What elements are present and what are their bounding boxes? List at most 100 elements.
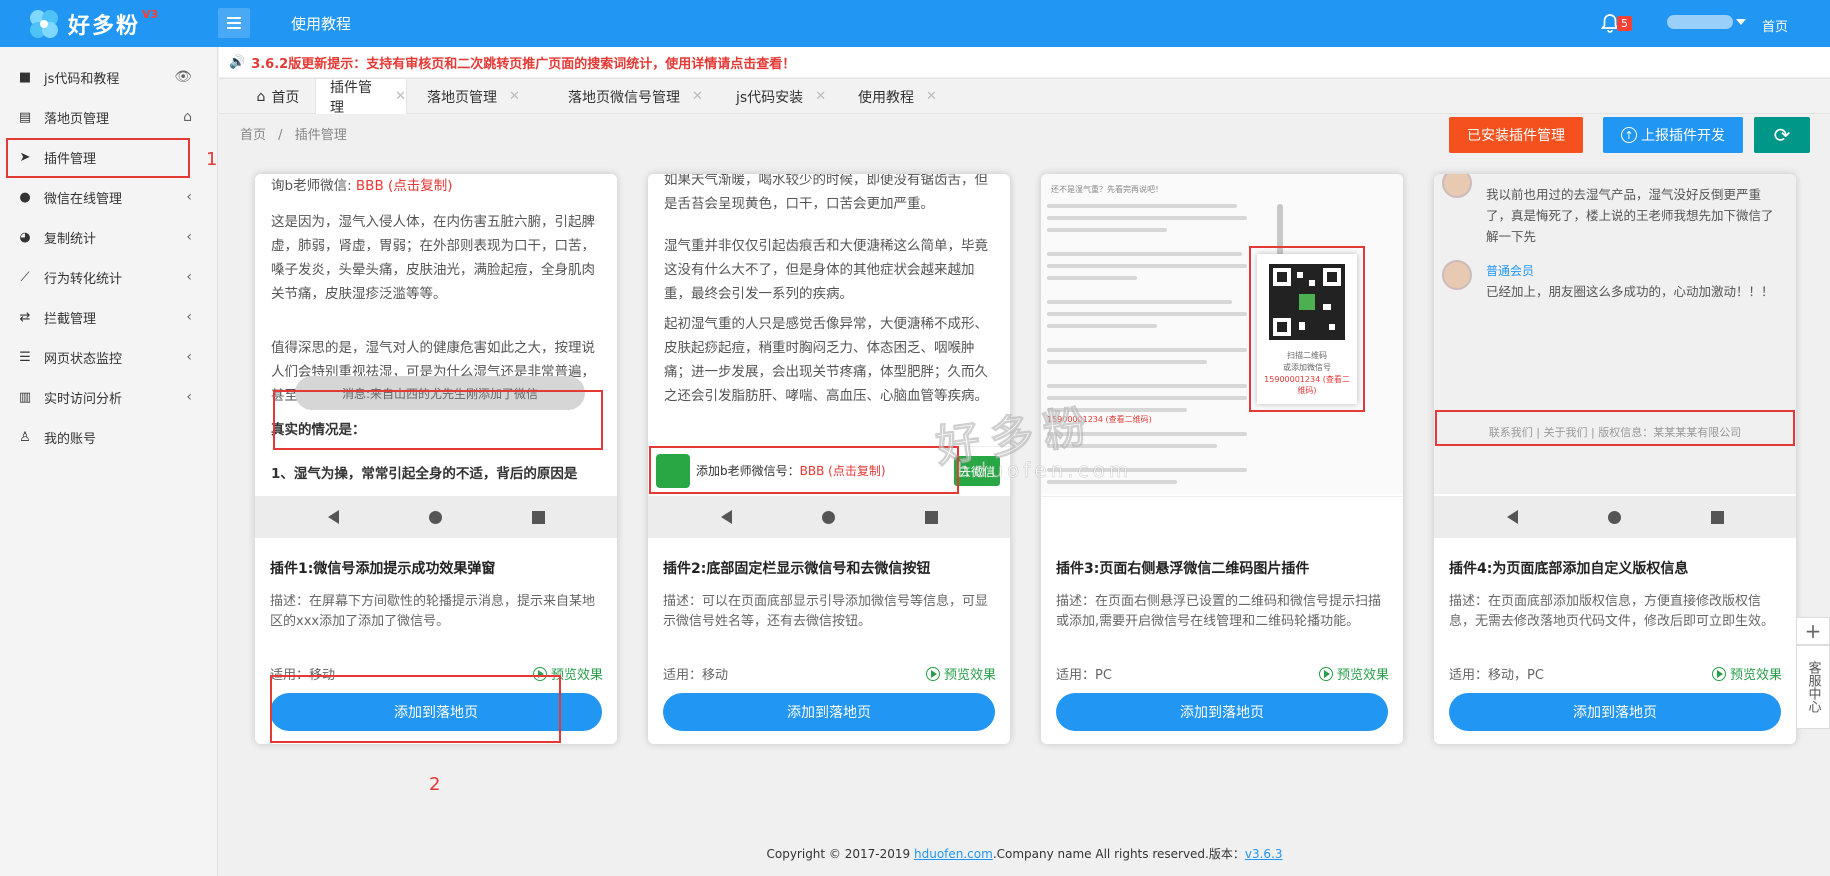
comment-text: 已经加上，朋友圈这么多成功的，心动加激动！！！ (1486, 284, 1774, 299)
wechat-icon (656, 453, 690, 488)
logo-text: 好多粉 (68, 14, 141, 39)
preview-text: 起初湿气重的人只是感觉舌像异常，大便溏稀不成形、皮肤起痧起痘，稍重时胸闷乏力、体… (664, 316, 988, 404)
update-notice[interactable]: 🔊 3.6.2版更新提示：支持有审核页和二次跳转页推广页面的搜索词统计，使用详情… (219, 47, 1830, 77)
report-plugin-button[interactable]: ↑ 上报插件开发 (1603, 117, 1743, 153)
notice-text[interactable]: 3.6.2版更新提示：支持有审核页和二次跳转页推广页面的搜索词统计，使用详情请点… (251, 53, 795, 72)
phone-nav-bar (648, 496, 1010, 538)
sidebar-item-behavior-stats[interactable]: ⟋ 行为转化统计 ‹ (0, 257, 218, 297)
logo[interactable]: 好多粉 V3 (26, 6, 196, 42)
add-to-landing-button[interactable]: 添加到落地页 (663, 693, 995, 731)
sidebar-item-js-code[interactable]: ■ js代码和教程 👁 (0, 57, 218, 97)
tab-tutorial[interactable]: 使用教程 ✕ (858, 79, 958, 114)
sidebar-item-account[interactable]: ♙ 我的账号 (0, 417, 218, 457)
chevron-left-icon: ‹ (186, 189, 192, 205)
plugin-preview-image: 我以前也用过的去湿气产品，湿气没好反倒更严重了，真是悔死了，楼上说的王老师我想先… (1434, 174, 1796, 494)
tab-label: 使用教程 (858, 89, 914, 106)
add-to-landing-button[interactable]: 添加到落地页 (270, 693, 602, 731)
sidebar: ■ js代码和教程 👁 ▤ 落地页管理 ⌂ ➤ 插件管理 ● 微信在线管理 ‹ … (0, 47, 218, 876)
menu-toggle-button[interactable] (218, 8, 250, 38)
user-name-blurred[interactable] (1667, 15, 1733, 29)
plugin-card-4: 我以前也用过的去湿气产品，湿气没好反倒更严重了，真是悔死了，楼上说的王老师我想先… (1434, 174, 1796, 744)
tab-landing-wechat[interactable]: 落地页微信号管理 ✕ (568, 79, 718, 114)
plugin-title: 插件4:为页面底部添加自定义版权信息 (1449, 561, 1689, 577)
back-icon (327, 510, 339, 524)
plugin-description: 描述：在页面底部添加版权信息，方便直接修改版权信息，无需去修改落地页代码文件，修… (1449, 594, 1775, 629)
add-to-landing-button[interactable]: 添加到落地页 (1056, 693, 1388, 731)
preview-heading: 真实的情况是： (271, 422, 366, 438)
sidebar-item-plugins[interactable]: ➤ 插件管理 (0, 137, 218, 177)
preview-text: 还不是湿气重？先看完再说吧！ (1051, 185, 1163, 194)
tab-js-install[interactable]: js代码安装 ✕ (736, 79, 836, 114)
sidebar-item-label: 复制统计 (44, 231, 97, 247)
send-icon: ➤ (19, 149, 31, 165)
logo-version: V3 (142, 7, 159, 21)
preview-text: 1、湿气为操，常常引起全身的不适，背后的原因是 (271, 466, 578, 482)
sidebar-item-label: js代码和教程 (44, 71, 120, 87)
sidebar-item-landing-pages[interactable]: ▤ 落地页管理 ⌂ (0, 97, 218, 137)
caret-down-icon[interactable] (1736, 19, 1746, 25)
sidebar-item-intercept[interactable]: ⇄ 拦截管理 ‹ (0, 297, 218, 337)
report-plugin-label: 上报插件开发 (1641, 128, 1725, 144)
plugin-title: 插件2:底部固定栏显示微信号和去微信按钮 (663, 561, 931, 577)
add-to-landing-button[interactable]: 添加到落地页 (1449, 693, 1781, 731)
play-icon (1711, 666, 1726, 681)
close-icon[interactable]: ✕ (395, 89, 406, 104)
user-icon: ♙ (19, 429, 31, 445)
refresh-button[interactable]: ⟳ (1754, 117, 1810, 153)
top-title[interactable]: 使用教程 (291, 13, 351, 34)
tab-bar: ⌂ 首页 插件管理 ✕ 落地页管理 ✕ 落地页微信号管理 ✕ js代码安装 ✕ … (219, 78, 1830, 116)
preview-bottom-strip (1041, 496, 1403, 538)
recent-apps-icon (924, 510, 938, 524)
member-name: 普通会员 (1486, 264, 1535, 278)
tab-label: 首页 (271, 89, 300, 106)
plugin-description: 描述：在屏幕下方间歇性的轮播提示消息，提示来自某地区的xxx添加了添加了微信号。 (270, 594, 596, 629)
preview-link[interactable]: 预览效果 (532, 664, 603, 683)
step-number-1: 1 (206, 149, 218, 170)
qr-caption-2: 或添加微信号 (1283, 363, 1331, 372)
breadcrumb-separator: / (278, 128, 283, 143)
sidebar-item-label: 插件管理 (44, 151, 97, 167)
preview-link[interactable]: 预览效果 (1318, 664, 1389, 683)
sidebar-item-page-monitor[interactable]: ☰ 网页状态监控 ‹ (0, 337, 218, 377)
sidebar-item-label: 我的账号 (44, 431, 97, 447)
sidebar-item-copy-stats[interactable]: ◕ 复制统计 ‹ (0, 217, 218, 257)
chevron-left-icon: ‹ (186, 349, 192, 365)
avatar (1442, 260, 1472, 290)
close-icon[interactable]: ✕ (926, 89, 937, 104)
preview-link[interactable]: 预览效果 (925, 664, 996, 683)
site-link[interactable]: hduofen.com (914, 847, 993, 861)
plugin-platform: 适用：移动 (663, 668, 729, 683)
sidebar-item-wechat[interactable]: ● 微信在线管理 ‹ (0, 177, 218, 217)
home-icon: ⌂ (256, 88, 266, 105)
qr-caption: 扫描二维码 (1287, 351, 1327, 360)
sidebar-item-label: 行为转化统计 (44, 271, 123, 287)
play-icon (1318, 666, 1333, 681)
watermark-url: hduofen.com (957, 458, 1133, 483)
top-home-link[interactable]: 首页 (1762, 16, 1788, 35)
sidebar-item-label: 拦截管理 (44, 311, 97, 327)
version-link[interactable]: v3.6.3 (1245, 847, 1283, 861)
sidebar-item-realtime[interactable]: ▥ 实时访问分析 ‹ (0, 377, 218, 417)
preview-text: 这是因为，湿气入侵人体，在内伤害五脏六腑，引起脾虚，肺弱，肾虚，胃弱；在外部则表… (271, 214, 595, 302)
exchange-icon: ⇄ (19, 309, 31, 325)
sidebar-item-label: 网页状态监控 (44, 351, 123, 367)
tab-plugins[interactable]: 插件管理 ✕ (315, 79, 407, 116)
customer-service-button[interactable]: 客服中心 (1796, 645, 1830, 729)
installed-plugins-button[interactable]: 已安装插件管理 (1449, 117, 1583, 153)
tab-label: 落地页微信号管理 (568, 89, 680, 106)
preview-link[interactable]: 预览效果 (1711, 664, 1782, 683)
breadcrumb-home[interactable]: 首页 (240, 128, 266, 143)
add-float-button[interactable]: + (1796, 617, 1830, 645)
close-icon[interactable]: ✕ (815, 89, 826, 104)
close-icon[interactable]: ✕ (692, 89, 703, 104)
chevron-left-icon: ‹ (186, 309, 192, 325)
pie-chart-icon: ◕ (19, 229, 31, 245)
tab-label: js代码安装 (736, 89, 804, 106)
tab-home[interactable]: ⌂ 首页 (241, 79, 315, 114)
tab-landing-pages[interactable]: 落地页管理 ✕ (427, 79, 531, 114)
close-icon[interactable]: ✕ (509, 89, 520, 104)
step-number-2: 2 (429, 774, 441, 795)
copyright-footer-preview: 联系我们 | 关于我们 | 版权信息：某某某某有限公司 (1488, 426, 1742, 439)
plugin-description: 描述：可以在页面底部显示引导添加微信号等信息，可显示微信号姓名等，还有去微信按钮… (663, 594, 989, 629)
clover-logo-icon (30, 10, 58, 38)
